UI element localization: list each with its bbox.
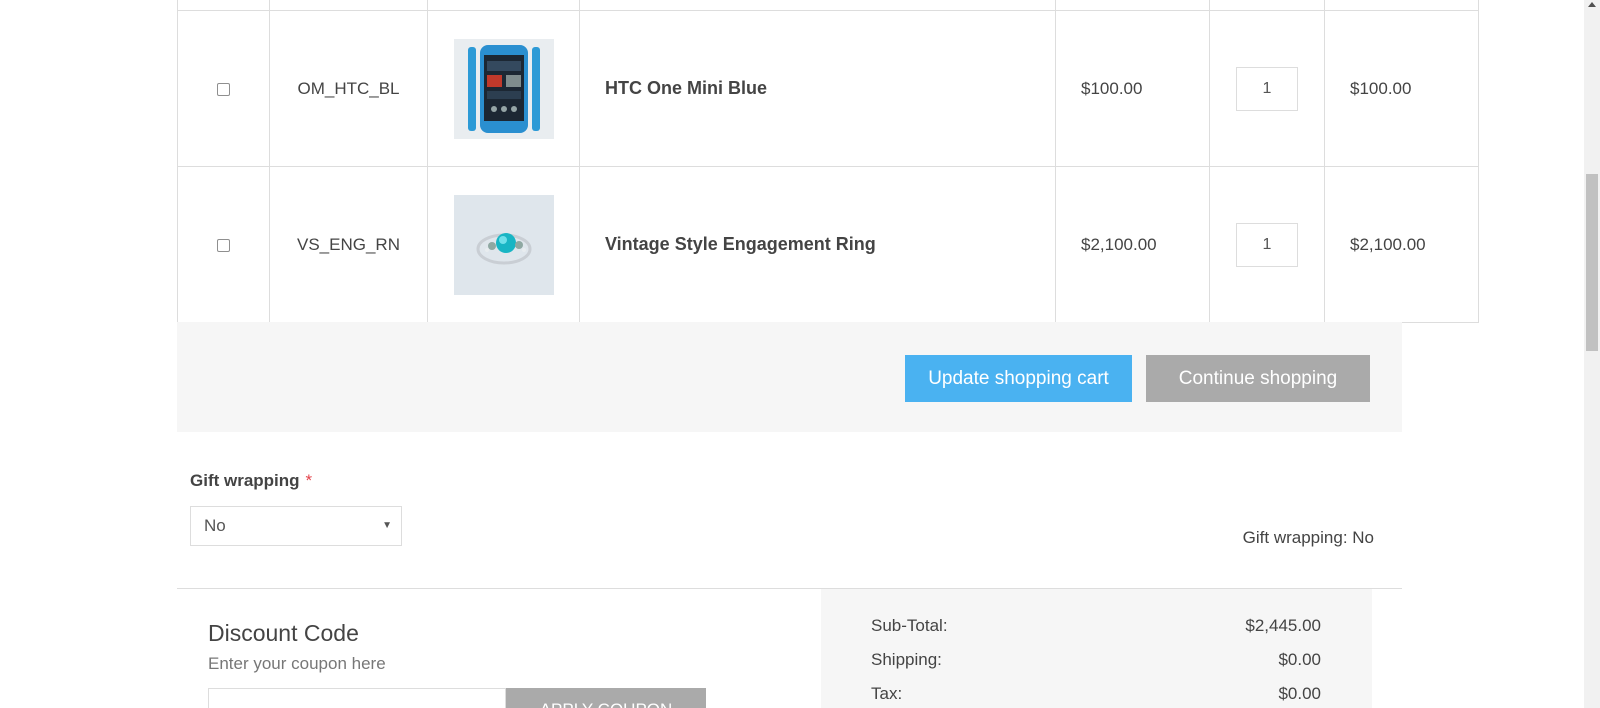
discount-subtitle: Enter your coupon here <box>208 654 386 673</box>
quantity-input[interactable]: 1 <box>1236 222 1298 267</box>
gift-wrapping-select[interactable]: No ▼ <box>190 506 402 546</box>
vertical-scrollbar[interactable] <box>1584 0 1600 708</box>
cart-table: OM_HTC_BL HTC One Mini Blue $100.00 1 $1… <box>177 0 1479 323</box>
required-mark: * <box>305 471 313 490</box>
product-name-link[interactable]: Vintage Style Engagement Ring <box>605 234 876 254</box>
unit-price: $100.00 <box>1055 10 1210 167</box>
apply-coupon-button[interactable]: APPLY COUPON <box>506 688 706 708</box>
coupon-code-input[interactable] <box>208 688 506 708</box>
dropdown-arrow-icon: ▼ <box>382 520 392 531</box>
shipping-label: Shipping: <box>871 650 942 669</box>
gift-wrapping-label: Gift wrapping * <box>190 471 312 491</box>
remove-cell <box>177 10 270 167</box>
gift-wrapping-label-text: Gift wrapping <box>190 471 300 490</box>
cart-row: VS_ENG_RN Vintage Style Engagement Ring … <box>177 166 1479 323</box>
picture-cell <box>427 166 580 323</box>
unit-price: $2,100.00 <box>1055 166 1210 323</box>
product-image-ring[interactable] <box>453 194 554 295</box>
continue-shopping-button[interactable]: Continue shopping <box>1146 355 1370 402</box>
quantity-cell: 1 <box>1209 10 1325 167</box>
sku-cell: OM_HTC_BL <box>269 10 428 167</box>
gift-wrapping-summary: Gift wrapping: No <box>1242 528 1374 547</box>
product-image-phone[interactable] <box>453 38 554 139</box>
update-cart-button[interactable]: Update shopping cart <box>905 355 1132 402</box>
line-total: $100.00 <box>1324 10 1479 167</box>
scroll-up-arrow-icon[interactable] <box>1588 2 1596 7</box>
product-name-cell: HTC One Mini Blue <box>579 10 1056 167</box>
tax-value: $0.00 <box>1278 684 1321 703</box>
remove-checkbox[interactable] <box>217 238 230 252</box>
cart-row: OM_HTC_BL HTC One Mini Blue $100.00 1 $1… <box>177 10 1479 167</box>
line-total: $2,100.00 <box>1324 166 1479 323</box>
remove-cell <box>177 166 270 323</box>
sku-cell: VS_ENG_RN <box>269 166 428 323</box>
picture-cell <box>427 10 580 167</box>
table-row-top-edge <box>177 0 1479 11</box>
product-name-cell: Vintage Style Engagement Ring <box>579 166 1056 323</box>
shipping-value: $0.00 <box>1278 650 1321 669</box>
shopping-cart-page: OM_HTC_BL HTC One Mini Blue $100.00 1 $1… <box>0 0 1584 708</box>
product-name-link[interactable]: HTC One Mini Blue <box>605 78 767 98</box>
cart-buttons-bar: Update shopping cart Continue shopping <box>177 322 1402 432</box>
gift-wrapping-selected-value: No <box>204 516 226 535</box>
quantity-input[interactable]: 1 <box>1236 66 1298 111</box>
tax-label: Tax: <box>871 684 903 703</box>
subtotal-label: Sub-Total: <box>871 616 948 635</box>
remove-checkbox[interactable] <box>217 82 230 96</box>
subtotal-value: $2,445.00 <box>1245 616 1321 635</box>
discount-title: Discount Code <box>208 620 359 646</box>
order-totals: Sub-Total: $2,445.00 Shipping: $0.00 Tax… <box>821 589 1372 708</box>
scrollbar-thumb[interactable] <box>1586 174 1598 351</box>
quantity-cell: 1 <box>1209 166 1325 323</box>
